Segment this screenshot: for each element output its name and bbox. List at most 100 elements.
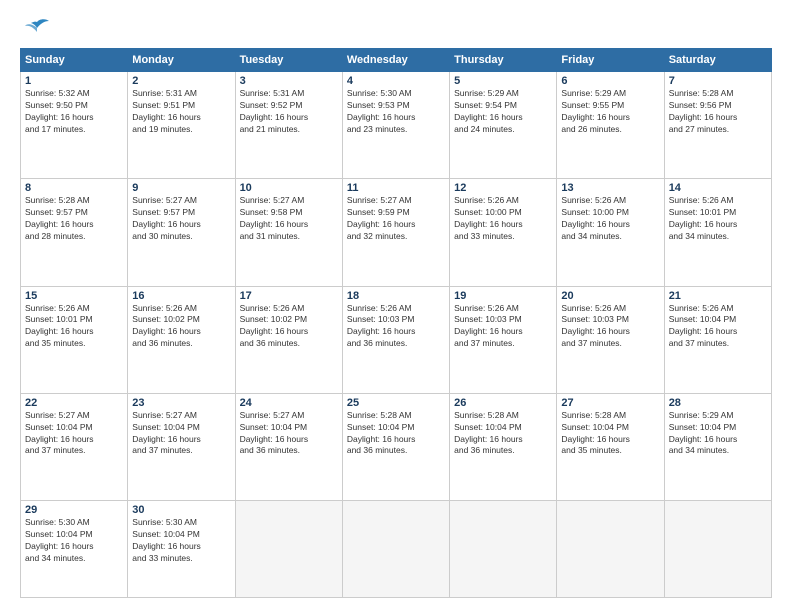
day-info: Sunrise: 5:28 AM Sunset: 10:04 PM Daylig… bbox=[454, 410, 552, 458]
day-info: Sunrise: 5:26 AM Sunset: 10:02 PM Daylig… bbox=[240, 303, 338, 351]
day-info: Sunrise: 5:26 AM Sunset: 10:00 PM Daylig… bbox=[561, 195, 659, 243]
day-number: 16 bbox=[132, 290, 230, 302]
table-row: 11Sunrise: 5:27 AM Sunset: 9:59 PM Dayli… bbox=[342, 179, 449, 286]
table-row: 13Sunrise: 5:26 AM Sunset: 10:00 PM Dayl… bbox=[557, 179, 664, 286]
day-info: Sunrise: 5:26 AM Sunset: 10:01 PM Daylig… bbox=[669, 195, 767, 243]
day-number: 28 bbox=[669, 397, 767, 409]
day-info: Sunrise: 5:31 AM Sunset: 9:51 PM Dayligh… bbox=[132, 88, 230, 136]
day-info: Sunrise: 5:27 AM Sunset: 9:57 PM Dayligh… bbox=[132, 195, 230, 243]
table-row: 8Sunrise: 5:28 AM Sunset: 9:57 PM Daylig… bbox=[21, 179, 128, 286]
day-number: 13 bbox=[561, 182, 659, 194]
day-number: 22 bbox=[25, 397, 123, 409]
day-number: 5 bbox=[454, 75, 552, 87]
table-row: 26Sunrise: 5:28 AM Sunset: 10:04 PM Dayl… bbox=[450, 393, 557, 500]
calendar-week-row: 8Sunrise: 5:28 AM Sunset: 9:57 PM Daylig… bbox=[21, 179, 772, 286]
table-row: 16Sunrise: 5:26 AM Sunset: 10:02 PM Dayl… bbox=[128, 286, 235, 393]
day-info: Sunrise: 5:28 AM Sunset: 9:57 PM Dayligh… bbox=[25, 195, 123, 243]
day-number: 8 bbox=[25, 182, 123, 194]
day-info: Sunrise: 5:29 AM Sunset: 10:04 PM Daylig… bbox=[669, 410, 767, 458]
table-row: 20Sunrise: 5:26 AM Sunset: 10:03 PM Dayl… bbox=[557, 286, 664, 393]
day-number: 12 bbox=[454, 182, 552, 194]
day-number: 14 bbox=[669, 182, 767, 194]
calendar-week-row: 1Sunrise: 5:32 AM Sunset: 9:50 PM Daylig… bbox=[21, 72, 772, 179]
day-number: 3 bbox=[240, 75, 338, 87]
day-number: 23 bbox=[132, 397, 230, 409]
day-info: Sunrise: 5:26 AM Sunset: 10:02 PM Daylig… bbox=[132, 303, 230, 351]
day-number: 18 bbox=[347, 290, 445, 302]
day-number: 17 bbox=[240, 290, 338, 302]
calendar-week-row: 15Sunrise: 5:26 AM Sunset: 10:01 PM Dayl… bbox=[21, 286, 772, 393]
day-info: Sunrise: 5:28 AM Sunset: 10:04 PM Daylig… bbox=[347, 410, 445, 458]
col-monday: Monday bbox=[128, 49, 235, 72]
day-info: Sunrise: 5:26 AM Sunset: 10:03 PM Daylig… bbox=[347, 303, 445, 351]
day-number: 27 bbox=[561, 397, 659, 409]
day-info: Sunrise: 5:27 AM Sunset: 10:04 PM Daylig… bbox=[240, 410, 338, 458]
table-row: 23Sunrise: 5:27 AM Sunset: 10:04 PM Dayl… bbox=[128, 393, 235, 500]
day-number: 25 bbox=[347, 397, 445, 409]
day-info: Sunrise: 5:27 AM Sunset: 9:58 PM Dayligh… bbox=[240, 195, 338, 243]
col-sunday: Sunday bbox=[21, 49, 128, 72]
day-info: Sunrise: 5:28 AM Sunset: 9:56 PM Dayligh… bbox=[669, 88, 767, 136]
day-number: 26 bbox=[454, 397, 552, 409]
logo-bird-icon bbox=[23, 18, 51, 38]
day-number: 24 bbox=[240, 397, 338, 409]
table-row bbox=[450, 501, 557, 598]
logo bbox=[20, 18, 51, 38]
col-wednesday: Wednesday bbox=[342, 49, 449, 72]
col-saturday: Saturday bbox=[664, 49, 771, 72]
table-row: 29Sunrise: 5:30 AM Sunset: 10:04 PM Dayl… bbox=[21, 501, 128, 598]
table-row: 14Sunrise: 5:26 AM Sunset: 10:01 PM Dayl… bbox=[664, 179, 771, 286]
day-info: Sunrise: 5:26 AM Sunset: 10:04 PM Daylig… bbox=[669, 303, 767, 351]
table-row: 4Sunrise: 5:30 AM Sunset: 9:53 PM Daylig… bbox=[342, 72, 449, 179]
table-row: 5Sunrise: 5:29 AM Sunset: 9:54 PM Daylig… bbox=[450, 72, 557, 179]
day-number: 29 bbox=[25, 504, 123, 516]
table-row: 9Sunrise: 5:27 AM Sunset: 9:57 PM Daylig… bbox=[128, 179, 235, 286]
col-friday: Friday bbox=[557, 49, 664, 72]
table-row: 3Sunrise: 5:31 AM Sunset: 9:52 PM Daylig… bbox=[235, 72, 342, 179]
table-row: 19Sunrise: 5:26 AM Sunset: 10:03 PM Dayl… bbox=[450, 286, 557, 393]
table-row: 12Sunrise: 5:26 AM Sunset: 10:00 PM Dayl… bbox=[450, 179, 557, 286]
day-info: Sunrise: 5:27 AM Sunset: 10:04 PM Daylig… bbox=[25, 410, 123, 458]
day-info: Sunrise: 5:30 AM Sunset: 10:04 PM Daylig… bbox=[132, 517, 230, 565]
day-number: 6 bbox=[561, 75, 659, 87]
day-number: 1 bbox=[25, 75, 123, 87]
day-number: 2 bbox=[132, 75, 230, 87]
table-row: 6Sunrise: 5:29 AM Sunset: 9:55 PM Daylig… bbox=[557, 72, 664, 179]
table-row: 1Sunrise: 5:32 AM Sunset: 9:50 PM Daylig… bbox=[21, 72, 128, 179]
day-info: Sunrise: 5:26 AM Sunset: 10:03 PM Daylig… bbox=[454, 303, 552, 351]
day-info: Sunrise: 5:29 AM Sunset: 9:55 PM Dayligh… bbox=[561, 88, 659, 136]
day-info: Sunrise: 5:32 AM Sunset: 9:50 PM Dayligh… bbox=[25, 88, 123, 136]
calendar-week-row: 22Sunrise: 5:27 AM Sunset: 10:04 PM Dayl… bbox=[21, 393, 772, 500]
day-info: Sunrise: 5:30 AM Sunset: 10:04 PM Daylig… bbox=[25, 517, 123, 565]
day-info: Sunrise: 5:27 AM Sunset: 9:59 PM Dayligh… bbox=[347, 195, 445, 243]
day-number: 15 bbox=[25, 290, 123, 302]
day-info: Sunrise: 5:26 AM Sunset: 10:01 PM Daylig… bbox=[25, 303, 123, 351]
day-number: 4 bbox=[347, 75, 445, 87]
day-info: Sunrise: 5:30 AM Sunset: 9:53 PM Dayligh… bbox=[347, 88, 445, 136]
day-number: 19 bbox=[454, 290, 552, 302]
table-row: 27Sunrise: 5:28 AM Sunset: 10:04 PM Dayl… bbox=[557, 393, 664, 500]
table-row: 28Sunrise: 5:29 AM Sunset: 10:04 PM Dayl… bbox=[664, 393, 771, 500]
calendar-table: Sunday Monday Tuesday Wednesday Thursday… bbox=[20, 48, 772, 598]
calendar-week-row: 29Sunrise: 5:30 AM Sunset: 10:04 PM Dayl… bbox=[21, 501, 772, 598]
table-row: 24Sunrise: 5:27 AM Sunset: 10:04 PM Dayl… bbox=[235, 393, 342, 500]
table-row bbox=[235, 501, 342, 598]
day-number: 30 bbox=[132, 504, 230, 516]
day-number: 11 bbox=[347, 182, 445, 194]
table-row: 22Sunrise: 5:27 AM Sunset: 10:04 PM Dayl… bbox=[21, 393, 128, 500]
table-row bbox=[557, 501, 664, 598]
table-row: 15Sunrise: 5:26 AM Sunset: 10:01 PM Dayl… bbox=[21, 286, 128, 393]
day-info: Sunrise: 5:29 AM Sunset: 9:54 PM Dayligh… bbox=[454, 88, 552, 136]
day-number: 20 bbox=[561, 290, 659, 302]
table-row: 2Sunrise: 5:31 AM Sunset: 9:51 PM Daylig… bbox=[128, 72, 235, 179]
table-row: 18Sunrise: 5:26 AM Sunset: 10:03 PM Dayl… bbox=[342, 286, 449, 393]
day-info: Sunrise: 5:28 AM Sunset: 10:04 PM Daylig… bbox=[561, 410, 659, 458]
day-number: 10 bbox=[240, 182, 338, 194]
table-row: 17Sunrise: 5:26 AM Sunset: 10:02 PM Dayl… bbox=[235, 286, 342, 393]
table-row: 30Sunrise: 5:30 AM Sunset: 10:04 PM Dayl… bbox=[128, 501, 235, 598]
table-row bbox=[664, 501, 771, 598]
table-row: 7Sunrise: 5:28 AM Sunset: 9:56 PM Daylig… bbox=[664, 72, 771, 179]
table-row: 10Sunrise: 5:27 AM Sunset: 9:58 PM Dayli… bbox=[235, 179, 342, 286]
col-thursday: Thursday bbox=[450, 49, 557, 72]
day-info: Sunrise: 5:31 AM Sunset: 9:52 PM Dayligh… bbox=[240, 88, 338, 136]
